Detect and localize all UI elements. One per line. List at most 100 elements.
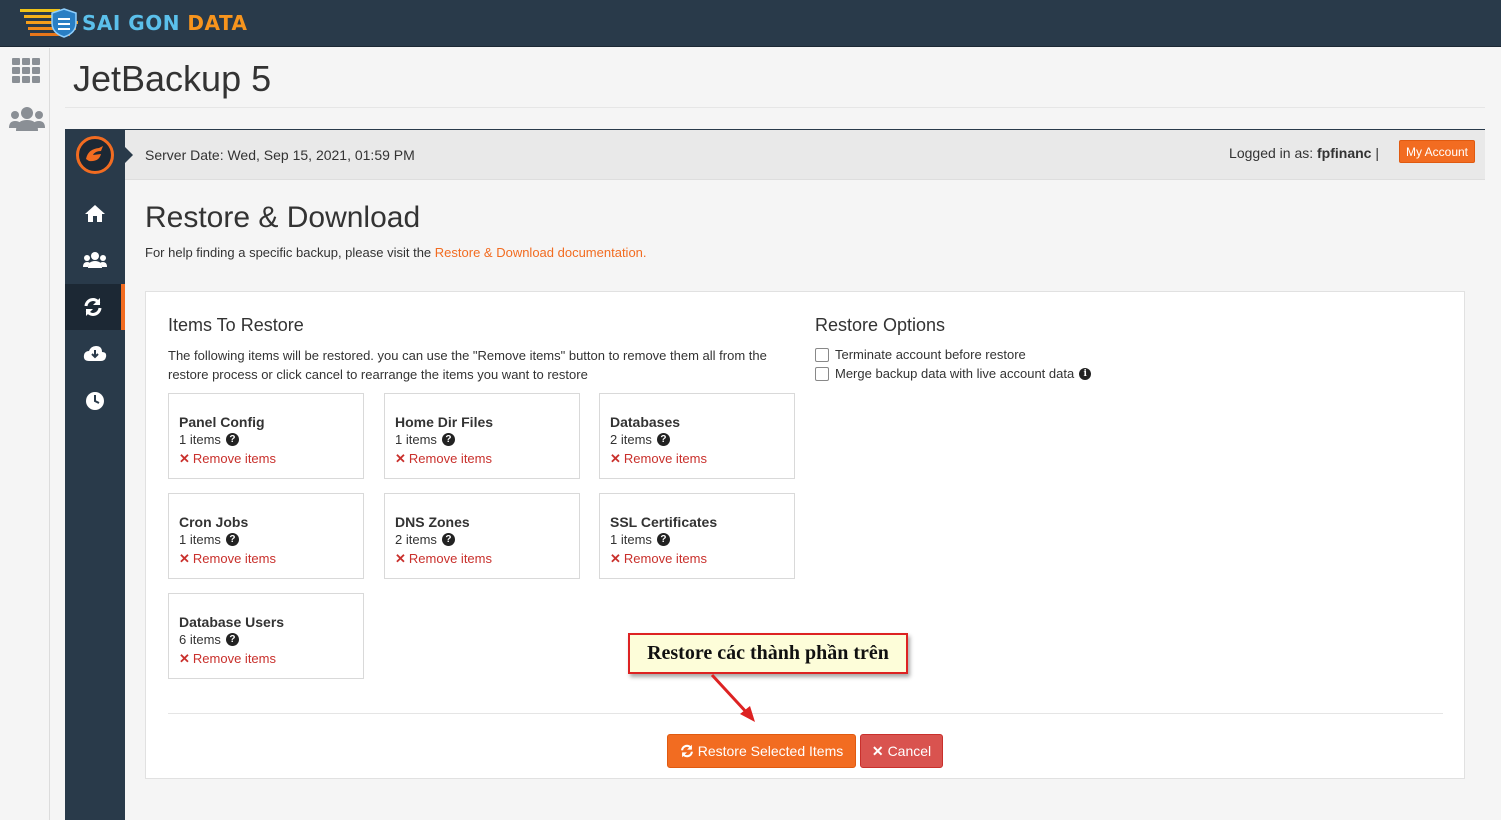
cancel-button[interactable]: ✕ Cancel (860, 734, 943, 768)
left-rail (0, 48, 50, 820)
card-name: Database Users (179, 614, 285, 630)
card-count: 1 items? (610, 532, 670, 547)
remove-items-button[interactable]: ✕ Remove items (179, 451, 276, 467)
brand-logo[interactable]: SAI GON DATA (20, 4, 248, 42)
restore-card-panel-config: Panel Config 1 items? ✕ Remove items (168, 393, 364, 479)
brand-name-part2: DATA (187, 11, 248, 35)
jetbackup-content: Restore & Download For help finding a sp… (125, 181, 1485, 820)
card-count: 2 items? (610, 432, 670, 447)
jetbackup-logo-icon[interactable] (76, 136, 114, 174)
option-label: Merge backup data with live account data (835, 366, 1075, 381)
users-icon[interactable] (9, 106, 45, 132)
nav-accounts[interactable] (65, 237, 125, 283)
card-name: Cron Jobs (179, 514, 249, 530)
restore-button-label: Restore Selected Items (697, 743, 844, 759)
my-account-button[interactable]: My Account (1398, 140, 1475, 163)
close-icon: ✕ (179, 551, 190, 566)
accounts-icon (83, 252, 107, 268)
grid-icon[interactable] (12, 58, 42, 84)
remove-items-label: Remove items (623, 451, 707, 466)
help-icon[interactable]: ? (225, 433, 239, 446)
card-count-text: 1 items (610, 532, 652, 547)
header-pointer (125, 147, 133, 163)
nav-download[interactable] (65, 331, 125, 377)
card-count: 1 items? (179, 432, 239, 447)
option-label: Terminate account before restore (835, 347, 1026, 362)
jetbackup-sidebar (65, 130, 125, 820)
info-icon[interactable]: i (1079, 367, 1092, 380)
download-icon (83, 346, 107, 361)
remove-items-button[interactable]: ✕ Remove items (179, 651, 276, 667)
remove-items-label: Remove items (408, 551, 492, 566)
home-icon (85, 205, 105, 222)
option-merge-backup[interactable]: Merge backup data with live account data… (815, 366, 1092, 381)
remove-items-button[interactable]: ✕ Remove items (395, 451, 492, 467)
nav-restore[interactable] (65, 284, 125, 330)
card-name: DNS Zones (395, 514, 470, 530)
help-icon[interactable]: ? (656, 433, 670, 446)
remove-items-label: Remove items (192, 451, 276, 466)
brand-logo-icon (20, 5, 78, 41)
close-icon: ✕ (179, 451, 190, 466)
restore-card-ssl-certificates: SSL Certificates 1 items? ✕ Remove items (599, 493, 795, 579)
remove-items-button[interactable]: ✕ Remove items (610, 451, 707, 467)
card-count: 1 items? (179, 532, 239, 547)
restore-card-home-dir-files: Home Dir Files 1 items? ✕ Remove items (384, 393, 580, 479)
remove-items-label: Remove items (192, 651, 276, 666)
option-terminate-account[interactable]: Terminate account before restore (815, 347, 1026, 362)
restore-icon (680, 744, 693, 758)
help-icon[interactable]: ? (441, 433, 455, 446)
card-count: 1 items? (395, 432, 455, 447)
restore-panel: Items To Restore The following items wil… (145, 291, 1465, 779)
restore-icon (84, 298, 102, 316)
help-text: For help finding a specific backup, plea… (145, 245, 647, 260)
remove-items-label: Remove items (408, 451, 492, 466)
close-icon: ✕ (395, 551, 406, 566)
remove-items-label: Remove items (623, 551, 707, 566)
remove-items-button[interactable]: ✕ Remove items (179, 551, 276, 567)
restore-selected-items-button[interactable]: Restore Selected Items (667, 734, 856, 768)
card-count-text: 2 items (395, 532, 437, 547)
card-count-text: 6 items (179, 632, 221, 647)
remove-items-button[interactable]: ✕ Remove items (610, 551, 707, 567)
card-count-text: 2 items (610, 432, 652, 447)
close-icon: ✕ (610, 451, 621, 466)
nav-home[interactable] (65, 190, 125, 236)
card-count-text: 1 items (179, 532, 221, 547)
clock-icon (86, 392, 104, 410)
merge-checkbox[interactable] (815, 366, 829, 381)
section-title: Restore & Download (145, 201, 421, 234)
documentation-link[interactable]: Restore & Download documentation. (435, 245, 647, 260)
logged-in-info: Logged in as: fpfinanc | (1229, 145, 1379, 161)
card-count: 6 items? (179, 632, 239, 647)
brand-name: SAI GON DATA (82, 11, 248, 35)
close-icon: ✕ (610, 551, 621, 566)
remove-items-label: Remove items (192, 551, 276, 566)
restore-options-title: Restore Options (815, 315, 946, 335)
help-icon[interactable]: ? (225, 533, 239, 546)
logged-in-user: fpfinanc (1317, 145, 1372, 161)
page-title: JetBackup 5 (73, 58, 272, 99)
annotation-arrow-icon (710, 673, 755, 722)
restore-card-dns-zones: DNS Zones 2 items? ✕ Remove items (384, 493, 580, 579)
help-icon[interactable]: ? (441, 533, 455, 546)
actions-divider (168, 713, 1443, 714)
remove-items-button[interactable]: ✕ Remove items (395, 551, 492, 567)
help-text-prefix: For help finding a specific backup, plea… (145, 245, 435, 260)
title-divider (65, 107, 1485, 108)
restore-card-databases: Databases 2 items? ✕ Remove items (599, 393, 795, 479)
items-to-restore-title: Items To Restore (168, 315, 304, 335)
help-icon[interactable]: ? (656, 533, 670, 546)
help-icon[interactable]: ? (225, 633, 239, 646)
top-bar: SAI GON DATA (0, 0, 1501, 47)
nav-schedules[interactable] (65, 378, 125, 424)
card-name: Panel Config (179, 414, 265, 430)
jetbackup-header: Server Date: Wed, Sep 15, 2021, 01:59 PM… (125, 130, 1485, 180)
server-date: Server Date: Wed, Sep 15, 2021, 01:59 PM (145, 147, 415, 163)
card-count-text: 1 items (179, 432, 221, 447)
terminate-checkbox[interactable] (815, 347, 829, 362)
card-name: SSL Certificates (610, 514, 718, 530)
close-icon: ✕ (871, 742, 884, 759)
brand-name-part1: SAI GON (82, 11, 180, 35)
card-name: Home Dir Files (395, 414, 494, 430)
